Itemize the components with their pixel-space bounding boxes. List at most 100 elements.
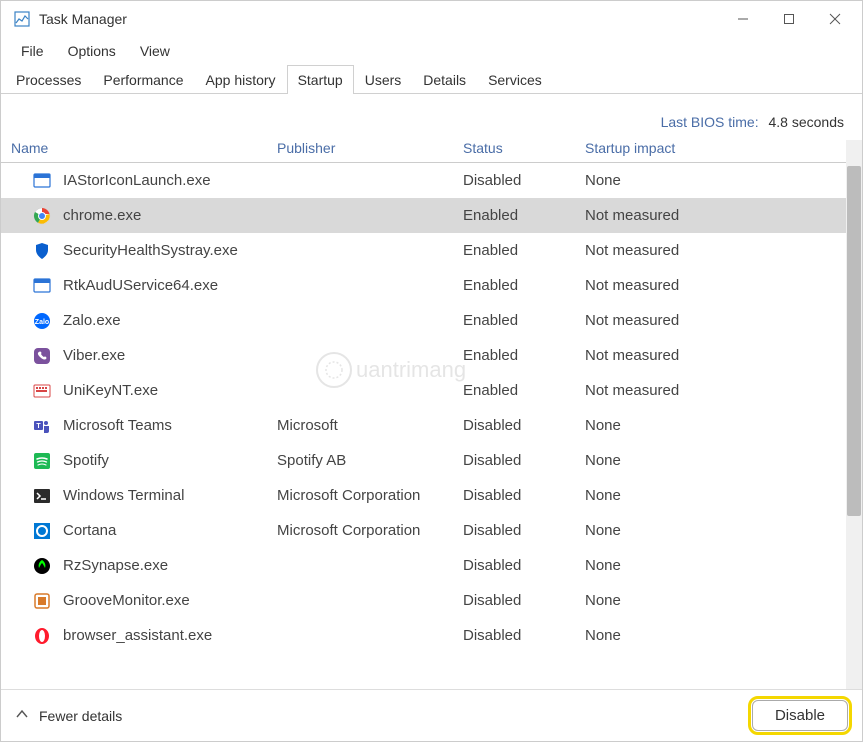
row-name: SecurityHealthSystray.exe xyxy=(63,242,277,259)
row-impact: Not measured xyxy=(585,347,846,364)
row-status: Enabled xyxy=(463,207,585,224)
column-publisher[interactable]: Publisher xyxy=(277,140,463,156)
tab-services[interactable]: Services xyxy=(477,65,553,94)
row-name: Zalo.exe xyxy=(63,312,277,329)
table-row[interactable]: SecurityHealthSystray.exe Enabled Not me… xyxy=(1,233,846,268)
menubar: File Options View xyxy=(1,37,862,65)
maximize-button[interactable] xyxy=(766,1,812,37)
row-name: UniKeyNT.exe xyxy=(63,382,277,399)
row-impact: Not measured xyxy=(585,382,846,399)
row-name: chrome.exe xyxy=(63,207,277,224)
row-publisher: Microsoft Corporation xyxy=(277,522,463,539)
bios-time-row: Last BIOS time: 4.8 seconds xyxy=(1,94,862,140)
row-status: Enabled xyxy=(463,382,585,399)
row-name: Cortana xyxy=(63,522,277,539)
zalo-icon: Zalo xyxy=(31,310,53,332)
menu-file[interactable]: File xyxy=(9,39,56,63)
bios-time-label: Last BIOS time: xyxy=(661,114,759,130)
row-publisher: Spotify AB xyxy=(277,452,463,469)
tab-users[interactable]: Users xyxy=(354,65,413,94)
row-status: Disabled xyxy=(463,592,585,609)
table-row[interactable]: UniKeyNT.exe Enabled Not measured xyxy=(1,373,846,408)
row-name: Windows Terminal xyxy=(63,487,277,504)
row-name: IAStorIconLaunch.exe xyxy=(63,172,277,189)
column-name[interactable]: Name xyxy=(9,140,277,156)
app-icon xyxy=(13,10,31,28)
row-impact: None xyxy=(585,417,846,434)
column-status[interactable]: ⌄ Status xyxy=(463,140,585,156)
titlebar: Task Manager xyxy=(1,1,862,37)
row-impact: Not measured xyxy=(585,312,846,329)
spotify-icon xyxy=(31,450,53,472)
table-row[interactable]: Windows Terminal Microsoft Corporation D… xyxy=(1,478,846,513)
row-impact: None xyxy=(585,557,846,574)
svg-text:T: T xyxy=(36,423,41,430)
close-button[interactable] xyxy=(812,1,858,37)
bios-time-value: 4.8 seconds xyxy=(769,114,845,130)
table-row[interactable]: Spotify Spotify AB Disabled None xyxy=(1,443,846,478)
menu-view[interactable]: View xyxy=(128,39,182,63)
tab-processes[interactable]: Processes xyxy=(5,65,92,94)
tab-startup[interactable]: Startup xyxy=(287,65,354,94)
row-status: Disabled xyxy=(463,417,585,434)
svg-text:Zalo: Zalo xyxy=(35,319,49,326)
row-impact: None xyxy=(585,592,846,609)
tab-details[interactable]: Details xyxy=(412,65,477,94)
row-status: Disabled xyxy=(463,172,585,189)
table-row[interactable]: T Microsoft Teams Microsoft Disabled Non… xyxy=(1,408,846,443)
column-impact[interactable]: Startup impact xyxy=(585,140,846,156)
scrollbar-thumb[interactable] xyxy=(847,166,861,516)
window-icon xyxy=(31,170,53,192)
table-row[interactable]: chrome.exe Enabled Not measured xyxy=(1,198,846,233)
window-icon xyxy=(31,275,53,297)
row-name: browser_assistant.exe xyxy=(63,627,277,644)
tab-performance[interactable]: Performance xyxy=(92,65,194,94)
row-impact: Not measured xyxy=(585,242,846,259)
row-impact: None xyxy=(585,452,846,469)
table-row[interactable]: Zalo Zalo.exe Enabled Not measured xyxy=(1,303,846,338)
table-row[interactable]: Cortana Microsoft Corporation Disabled N… xyxy=(1,513,846,548)
viber-icon xyxy=(31,345,53,367)
row-impact: None xyxy=(585,172,846,189)
row-name: GrooveMonitor.exe xyxy=(63,592,277,609)
shield-icon xyxy=(31,240,53,262)
row-name: RtkAudUService64.exe xyxy=(63,277,277,294)
unikey-icon xyxy=(31,380,53,402)
table-row[interactable]: Viber.exe Enabled Not measured xyxy=(1,338,846,373)
minimize-button[interactable] xyxy=(720,1,766,37)
row-status: Disabled xyxy=(463,522,585,539)
row-name: RzSynapse.exe xyxy=(63,557,277,574)
table-row[interactable]: GrooveMonitor.exe Disabled None xyxy=(1,583,846,618)
table-row[interactable]: browser_assistant.exe Disabled None xyxy=(1,618,846,653)
chevron-up-icon xyxy=(15,707,29,724)
chrome-icon xyxy=(31,205,53,227)
menu-options[interactable]: Options xyxy=(56,39,128,63)
fewer-details-toggle[interactable]: Fewer details xyxy=(15,707,122,724)
table-row[interactable]: IAStorIconLaunch.exe Disabled None xyxy=(1,163,846,198)
row-status: Enabled xyxy=(463,277,585,294)
row-name: Microsoft Teams xyxy=(63,417,277,434)
terminal-icon xyxy=(31,485,53,507)
opera-icon xyxy=(31,625,53,647)
row-status: Enabled xyxy=(463,312,585,329)
row-status: Enabled xyxy=(463,347,585,364)
disable-button[interactable]: Disable xyxy=(752,700,848,731)
row-impact: Not measured xyxy=(585,207,846,224)
razer-icon xyxy=(31,555,53,577)
column-status-label: Status xyxy=(463,140,503,156)
row-status: Disabled xyxy=(463,487,585,504)
row-impact: Not measured xyxy=(585,277,846,294)
window-title: Task Manager xyxy=(39,11,127,27)
row-name: Spotify xyxy=(63,452,277,469)
table-row[interactable]: RzSynapse.exe Disabled None xyxy=(1,548,846,583)
row-status: Disabled xyxy=(463,557,585,574)
teams-icon: T xyxy=(31,415,53,437)
tab-app-history[interactable]: App history xyxy=(195,65,287,94)
row-name: Viber.exe xyxy=(63,347,277,364)
row-impact: None xyxy=(585,627,846,644)
fewer-details-label: Fewer details xyxy=(39,708,122,724)
cortana-icon xyxy=(31,520,53,542)
disable-button-label: Disable xyxy=(775,707,825,724)
vertical-scrollbar[interactable] xyxy=(846,140,862,689)
table-row[interactable]: RtkAudUService64.exe Enabled Not measure… xyxy=(1,268,846,303)
